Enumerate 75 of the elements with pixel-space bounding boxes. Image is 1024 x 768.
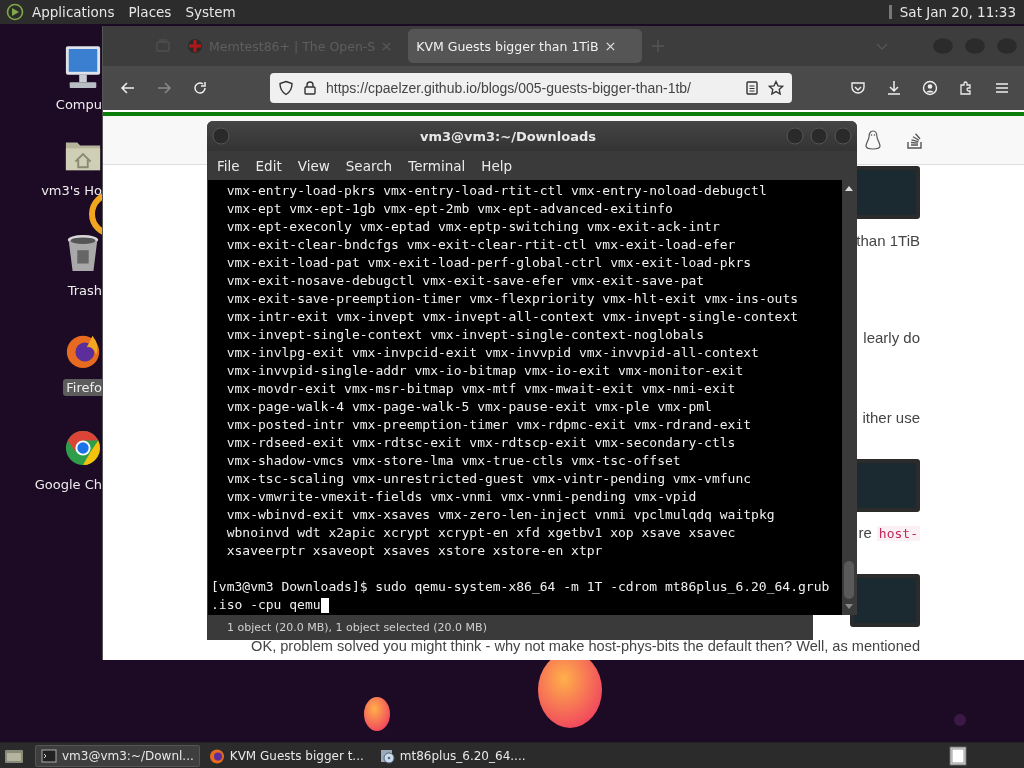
terminal-line: vmx-exit-nosave-debugctl vmx-exit-save-efer vmx-exit-save-pat: [226, 272, 705, 290]
article-text: re: [858, 523, 872, 543]
terminal-line: vmx-invept-single-context vmx-invept-single-context-noglobals: [226, 326, 705, 344]
inline-code: host-: [876, 525, 920, 541]
url-field[interactable]: https://cpaelzer.github.io/blogs/005-guests-bigger-than-1tb/: [270, 73, 792, 103]
menu-item[interactable]: Search: [337, 157, 401, 174]
taskbar-button[interactable]: KVM Guests bigger t...: [202, 744, 370, 767]
article-paragraph: OK, problem solved you might think - why not make host-phys-bits the default then? Well, as mentioned: [251, 638, 920, 654]
terminal-line: vmx-wbinvd-exit vmx-xsaves vmx-zero-len-inject vnmi vpclmulqdq waitpkg: [226, 506, 775, 524]
pocket-icon[interactable]: [850, 80, 866, 96]
workspace-switcher-icon[interactable]: [948, 745, 968, 766]
cross-icon: [187, 38, 203, 54]
reader-view-icon[interactable]: [744, 80, 760, 96]
terminal-line: vmx-invvpid-single-addr vmx-io-bitmap vmx-io-exit vmx-monitor-exit: [226, 362, 744, 380]
terminal-line: vmx-movdr-exit vmx-msr-bitmap vmx-mtf vmx-mwait-exit vmx-nmi-exit: [226, 380, 736, 398]
terminal-line: vmx-entry-load-pkrs vmx-entry-load-rtit-ctl vmx-entry-noload-debugctl: [226, 182, 767, 200]
terminal-line: vmx-invlpg-exit vmx-invpcid-exit vmx-invvpid vmx-invvpid-all-context: [226, 344, 759, 362]
scrollbar-thumb[interactable]: [844, 561, 854, 599]
menu-item[interactable]: Terminal: [400, 157, 474, 174]
desktop-icon-label[interactable]: vm3's Ho: [38, 182, 102, 199]
terminal-line: vmx-ept vmx-ept-1gb vmx-ept-2mb vmx-ept-advanced-exitinfo: [226, 200, 673, 218]
terminal-line: vmx-rdseed-exit vmx-rdtsc-exit vmx-rdtscp-exit vmx-secondary-ctls: [226, 434, 736, 452]
panel-menu[interactable]: System: [185, 4, 236, 20]
menu-item[interactable]: Help: [473, 157, 521, 174]
disc-image-icon: [378, 747, 395, 764]
browser-tab[interactable]: KVM Guests bigger than 1TiB: [408, 29, 643, 63]
clock[interactable]: Sat Jan 20, 11:33: [899, 4, 1016, 20]
scroll-up-icon[interactable]: [844, 184, 854, 192]
download-icon[interactable]: [886, 80, 902, 96]
status-bar: 1 object (20.0 MB), 1 object selected (20.0 MB): [207, 615, 813, 640]
article-text: than 1TiB: [856, 231, 920, 251]
scroll-down-icon[interactable]: [844, 603, 854, 611]
terminal-icon: [41, 747, 57, 764]
terminal-line: vmx-exit-save-preemption-timer vmx-flexpriority vmx-hlt-exit vmx-ins-outs: [226, 290, 799, 308]
terminal-line: vmx-page-walk-4 vmx-page-walk-5 vmx-pause-exit vmx-ple vmx-pml: [226, 398, 712, 416]
terminal-line: xsaveerptr xsaveopt xsaves xstore xstore-en xtpr: [226, 542, 603, 560]
star-icon[interactable]: [768, 80, 784, 96]
account-icon[interactable]: [922, 80, 938, 96]
lock-icon[interactable]: [302, 80, 318, 96]
desktop-icon-label[interactable]: Trash: [64, 282, 102, 299]
desktop-icon-label[interactable]: Compu: [52, 96, 102, 113]
terminal-line: wbnoinvd wdt x2apic xcrypt xcrypt-en xfd xgetbv1 xop xsave xsavec: [226, 524, 736, 542]
terminal-line: vmx-tsc-scaling vmx-unrestricted-guest vmx-vintr-pending vmx-vmfunc: [226, 470, 752, 488]
back-icon[interactable]: [120, 80, 136, 96]
window-title: vm3@vm3:~/Downloads: [418, 128, 598, 144]
code-block: [850, 574, 920, 627]
terminal-line: vmx-shadow-vmcs vmx-store-lma vmx-true-ctls vmx-tsc-offset: [226, 452, 681, 470]
terminal-line: .iso -cpu qemu: [211, 596, 321, 614]
taskbar-button[interactable]: vm3@vm3:~/Downl...: [35, 744, 200, 767]
terminal-line: vmx-vmwrite-vmexit-fields vmx-vnmi vmx-vnmi-pending vmx-vpid: [226, 488, 697, 506]
taskbar-button[interactable]: mt86plus_6.20_64....: [372, 744, 532, 767]
panel-menu[interactable]: Places: [128, 4, 172, 20]
terminal-line: vmx-posted-intr vmx-preemption-timer vmx-rdpmc-exit vmx-rdrand-exit: [226, 416, 752, 434]
scrollbar[interactable]: [842, 180, 856, 615]
panel-menu[interactable]: Applications: [32, 4, 115, 20]
article-text: ither use: [862, 408, 920, 428]
firefox-icon: [208, 747, 225, 764]
article-text: learly do: [863, 328, 920, 348]
menu-item[interactable]: Edit: [247, 157, 290, 174]
extensions-icon[interactable]: [958, 80, 974, 96]
terminal-line: [vm3@vm3 Downloads]$ sudo qemu-system-x86_64 -m 1T -cdrom mt86plus_6.20_64.grub: [211, 578, 830, 596]
terminal-line: vmx-intr-exit vmx-invept vmx-invept-all-context vmx-invept-single-context: [226, 308, 799, 326]
distro-logo-icon[interactable]: [6, 3, 24, 21]
penguin-icon[interactable]: [864, 130, 882, 150]
terminal-line: vmx-ept-execonly vmx-eptad vmx-eptp-switching vmx-exit-ack-intr: [226, 218, 720, 236]
menu-icon[interactable]: [994, 80, 1010, 96]
terminal-line: vmx-exit-load-pat vmx-exit-load-perf-global-ctrl vmx-exit-load-pkrs: [226, 254, 752, 272]
menu-item[interactable]: View: [289, 157, 338, 174]
desktop-icon-label[interactable]: Firefo: [63, 379, 102, 396]
menu-item[interactable]: File: [209, 157, 248, 174]
forward-icon[interactable]: [156, 80, 172, 96]
desktop-icon-label[interactable]: Google Ch: [31, 476, 102, 493]
terminal-line: vmx-exit-clear-bndcfgs vmx-exit-clear-rtit-ctl vmx-exit-load-efer: [226, 236, 736, 254]
reload-icon[interactable]: [192, 80, 208, 96]
shield-icon[interactable]: [278, 80, 294, 96]
